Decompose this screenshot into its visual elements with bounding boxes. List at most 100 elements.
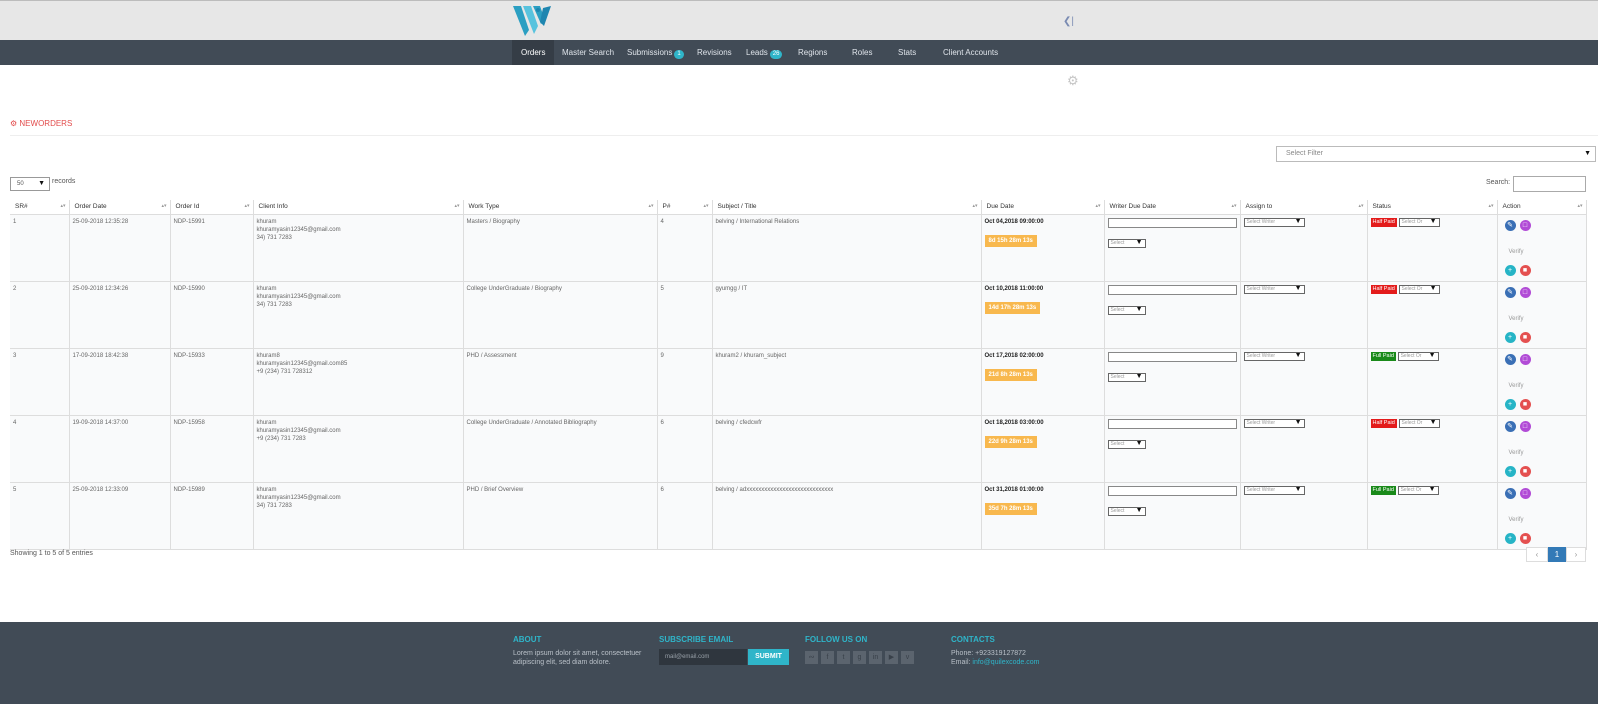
google-plus-icon[interactable]: g xyxy=(853,651,866,664)
add-icon[interactable]: + xyxy=(1504,331,1516,343)
delete-icon[interactable]: ■ xyxy=(1519,465,1531,477)
delete-icon[interactable]: ■ xyxy=(1519,331,1531,343)
rss-icon[interactable]: ∾ xyxy=(805,651,818,664)
vimeo-icon[interactable]: v xyxy=(901,651,914,664)
footer-email-link[interactable]: info@quilexcode.com xyxy=(972,659,1039,666)
pagination-page-1[interactable]: 1 xyxy=(1548,547,1566,562)
nav-item-roles[interactable]: Roles xyxy=(852,40,872,65)
verify-link[interactable]: Verify xyxy=(1509,449,1524,457)
nav-item-client-accounts[interactable]: Client Accounts xyxy=(943,40,998,65)
column-header[interactable]: Order Date ▴▾ xyxy=(69,200,171,215)
writer-due-date-input[interactable] xyxy=(1107,485,1237,496)
delete-icon[interactable]: ■ xyxy=(1519,532,1531,544)
edit-icon[interactable]: ✎ xyxy=(1504,487,1516,499)
add-icon[interactable]: + xyxy=(1504,465,1516,477)
assign-writer-select[interactable]: Select Writer ▼ xyxy=(1243,351,1305,361)
nav-item-stats[interactable]: Stats xyxy=(898,40,916,65)
sort-icon[interactable]: ▴▾ xyxy=(161,203,166,209)
column-header[interactable]: Due Date ▴▾ xyxy=(981,200,1105,215)
column-header[interactable]: Work Type ▴▾ xyxy=(463,200,658,215)
pagination-next[interactable]: › xyxy=(1566,547,1586,562)
nav-item-master-search[interactable]: Master Search xyxy=(562,40,614,65)
sort-icon[interactable]: ▴▾ xyxy=(703,203,708,209)
edit-icon[interactable]: ✎ xyxy=(1504,353,1516,365)
sort-icon[interactable]: ▴▾ xyxy=(1358,203,1363,209)
column-header[interactable]: SR# ▴▾ xyxy=(10,200,70,215)
column-header[interactable]: Writer Due Date ▴▾ xyxy=(1104,200,1241,215)
add-icon[interactable]: + xyxy=(1504,398,1516,410)
logo-icon[interactable] xyxy=(513,4,559,40)
verify-link[interactable]: Verify xyxy=(1509,382,1524,390)
edit-icon[interactable]: ✎ xyxy=(1504,420,1516,432)
pagination-prev[interactable]: ‹ xyxy=(1526,547,1548,562)
delete-icon[interactable]: ■ xyxy=(1519,264,1531,276)
column-header-label: Action xyxy=(1502,203,1521,211)
sort-icon[interactable]: ▴▾ xyxy=(1231,203,1236,209)
edit-icon[interactable]: ✎ xyxy=(1504,219,1516,231)
sort-icon[interactable]: ▴▾ xyxy=(648,203,653,209)
writer-due-date-input[interactable] xyxy=(1107,217,1237,228)
linkedin-icon[interactable]: in xyxy=(869,651,882,664)
edit-icon[interactable]: ✎ xyxy=(1504,286,1516,298)
writer-due-date-input[interactable] xyxy=(1107,284,1237,295)
verify-link[interactable]: Verify xyxy=(1509,248,1524,256)
assign-writer-select[interactable]: Select Writer ▼ xyxy=(1243,418,1305,428)
delete-icon[interactable]: ■ xyxy=(1519,398,1531,410)
search-input[interactable] xyxy=(1513,176,1586,192)
facebook-icon[interactable]: f xyxy=(821,651,834,664)
writer-due-select[interactable]: Select ▼ xyxy=(1107,372,1146,382)
view-icon[interactable]: □ xyxy=(1519,420,1531,432)
view-icon[interactable]: □ xyxy=(1519,219,1531,231)
add-icon[interactable]: + xyxy=(1504,264,1516,276)
column-header[interactable]: Order Id ▴▾ xyxy=(170,200,254,215)
writer-due-date-input[interactable] xyxy=(1107,418,1237,429)
view-icon[interactable]: □ xyxy=(1519,487,1531,499)
nav-item-leads[interactable]: Leads 26 xyxy=(746,40,783,65)
subscribe-email-input[interactable]: mail@email.com xyxy=(659,649,747,665)
sort-icon[interactable]: ▴▾ xyxy=(60,203,65,209)
view-icon[interactable]: □ xyxy=(1519,286,1531,298)
sort-icon[interactable]: ▴▾ xyxy=(1095,203,1100,209)
filter-select[interactable]: Select Filter ▼ xyxy=(1276,146,1596,162)
sort-icon[interactable]: ▴▾ xyxy=(1577,203,1582,209)
order-status-select[interactable]: Select Or ▼ xyxy=(1398,217,1440,227)
records-select[interactable]: 50 ▼ xyxy=(10,177,50,191)
collapse-icon[interactable]: ❮| xyxy=(1063,16,1074,27)
nav-item-regions[interactable]: Regions xyxy=(798,40,827,65)
column-header[interactable]: Client Info ▴▾ xyxy=(253,200,464,215)
sort-icon[interactable]: ▴▾ xyxy=(972,203,977,209)
sort-icon[interactable]: ▴▾ xyxy=(244,203,249,209)
nav-item-orders[interactable]: Orders xyxy=(512,40,555,65)
nav-item-submissions[interactable]: Submissions 1 xyxy=(627,40,684,65)
order-status-select[interactable]: Select Or ▼ xyxy=(1398,418,1440,428)
column-header[interactable]: Action ▴▾ xyxy=(1497,200,1587,215)
writer-due-select[interactable]: Select ▼ xyxy=(1107,439,1146,449)
twitter-icon[interactable]: t xyxy=(837,651,850,664)
youtube-icon[interactable]: ▶ xyxy=(885,651,898,664)
add-icon[interactable]: + xyxy=(1504,532,1516,544)
column-header[interactable]: Status ▴▾ xyxy=(1367,200,1498,215)
writer-due-select[interactable]: Select ▼ xyxy=(1107,305,1146,315)
view-icon[interactable]: □ xyxy=(1519,353,1531,365)
settings-gear-icon[interactable]: ⚙ xyxy=(1067,73,1079,89)
writer-due-date-input[interactable] xyxy=(1107,351,1237,362)
order-status-select[interactable]: Select Or ▼ xyxy=(1397,485,1439,495)
column-header[interactable]: Subject / Title ▴▾ xyxy=(712,200,982,215)
verify-link[interactable]: Verify xyxy=(1509,315,1524,323)
writer-due-select[interactable]: Select ▼ xyxy=(1107,238,1146,248)
sr-number: 4 xyxy=(13,419,17,426)
column-header[interactable]: P# ▴▾ xyxy=(657,200,713,215)
column-header[interactable]: Assign to ▴▾ xyxy=(1240,200,1368,215)
assign-writer-select[interactable]: Select Writer ▼ xyxy=(1243,284,1305,294)
writer-due-select[interactable]: Select ▼ xyxy=(1107,506,1146,516)
sort-icon[interactable]: ▴▾ xyxy=(454,203,459,209)
sr-number: 1 xyxy=(13,218,17,225)
order-status-select[interactable]: Select Or ▼ xyxy=(1397,351,1439,361)
order-status-select[interactable]: Select Or ▼ xyxy=(1398,284,1440,294)
sort-icon[interactable]: ▴▾ xyxy=(1488,203,1493,209)
subscribe-submit-button[interactable]: SUBMIT xyxy=(748,649,789,665)
assign-writer-select[interactable]: Select Writer ▼ xyxy=(1243,485,1305,495)
nav-item-revisions[interactable]: Revisions xyxy=(697,40,732,65)
assign-writer-select[interactable]: Select Writer ▼ xyxy=(1243,217,1305,227)
verify-link[interactable]: Verify xyxy=(1509,516,1524,524)
